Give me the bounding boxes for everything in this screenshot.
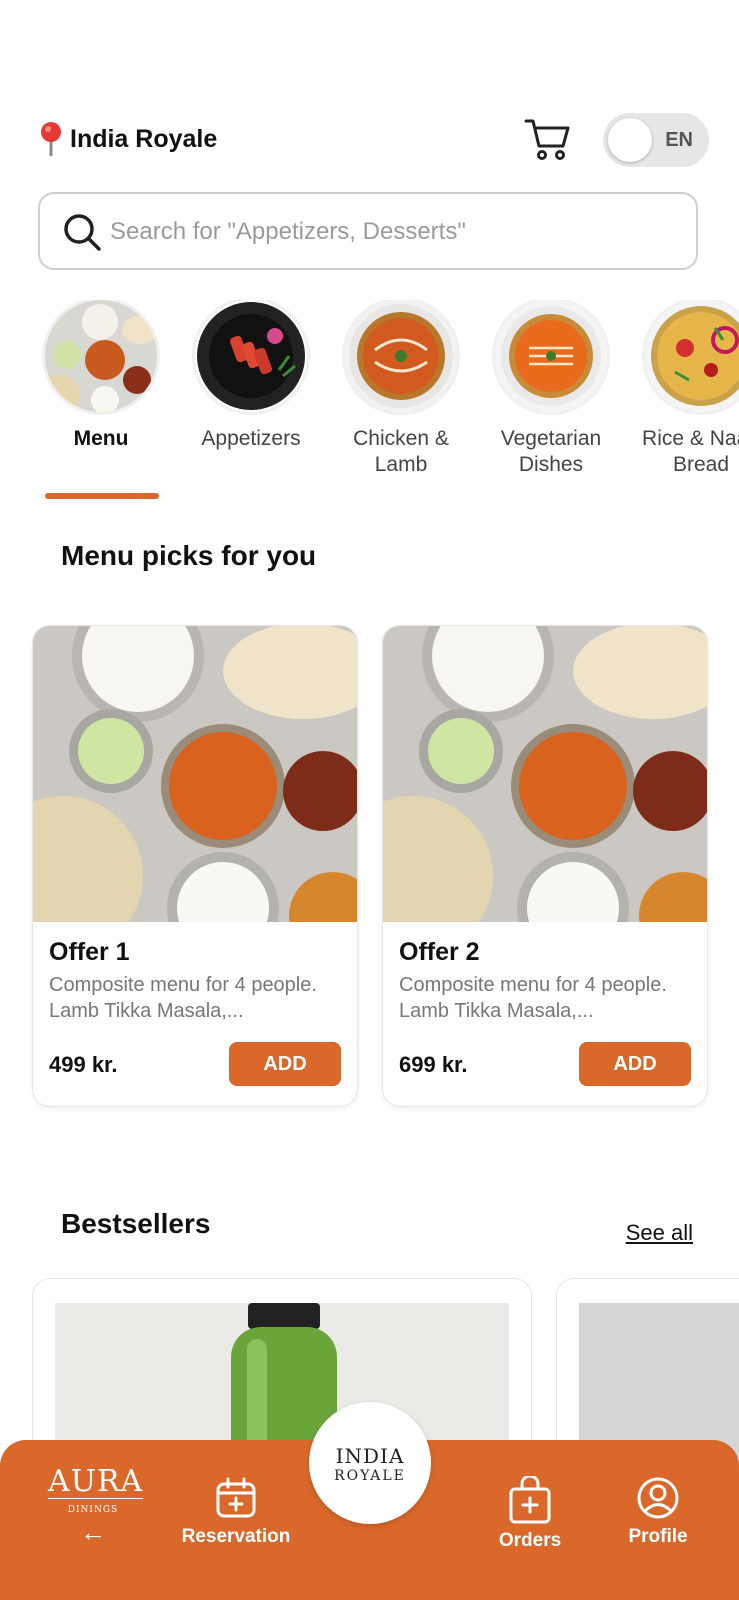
top-header: India Royale EN (36, 110, 709, 172)
category-label: Rice & Naan Bread (642, 427, 739, 476)
category-label: Appetizers (201, 427, 301, 450)
offer-description: Composite menu for 4 people. Lamb Tikka … (399, 974, 667, 1022)
nav-orders-label: Orders (498, 1530, 562, 1551)
see-all-link[interactable]: See all (626, 1220, 693, 1246)
category-image (45, 300, 157, 412)
logo-line-1: INDIA (335, 1444, 405, 1468)
profile-icon (637, 1477, 679, 1519)
nav-profile-label: Profile (628, 1526, 688, 1547)
language-toggle[interactable]: EN (603, 113, 709, 167)
category-active-indicator (45, 493, 159, 499)
category-rice-naan[interactable]: Rice & Naan Bread (626, 300, 739, 478)
category-image (645, 300, 739, 412)
offer-description: Composite menu for 4 people. Lamb Tikka … (49, 974, 317, 1022)
location-name: India Royale (70, 124, 218, 153)
picks-title: Menu picks for you (61, 540, 317, 571)
offer-image (33, 626, 357, 922)
map-pin-icon (36, 120, 66, 158)
nav-profile[interactable]: Profile (618, 1476, 698, 1548)
category-label: Menu (73, 427, 129, 450)
category-image (495, 300, 607, 412)
category-image (345, 300, 457, 412)
calendar-plus-icon (216, 1477, 256, 1518)
search-input[interactable] (108, 208, 682, 256)
language-label: EN (665, 129, 693, 151)
aura-logo-subtitle: DININGS (67, 1505, 119, 1515)
add-button[interactable]: ADD (579, 1042, 691, 1086)
offer-title: Offer 2 (399, 938, 480, 966)
category-vegetarian[interactable]: Vegetarian Dishes (476, 300, 626, 478)
offer-card[interactable]: Offer 2 Composite menu for 4 people. Lam… (382, 625, 708, 1107)
category-appetizers[interactable]: Appetizers (176, 300, 326, 452)
offer-card[interactable]: Offer 1 Composite menu for 4 people. Lam… (32, 625, 358, 1107)
category-label: Vegetarian Dishes (500, 427, 602, 476)
location-selector[interactable]: India Royale (36, 120, 217, 158)
back-arrow-icon: ← (80, 1517, 106, 1547)
aura-dinings-back[interactable]: AURA DININGS ← (48, 1466, 144, 1548)
category-label: Chicken & Lamb (353, 427, 449, 476)
nav-orders[interactable]: Orders (488, 1476, 572, 1552)
cart-icon[interactable] (523, 116, 571, 162)
category-menu[interactable]: Menu (26, 300, 176, 452)
category-carousel: Menu Appetizers Chicken & Lamb Vegetaria… (0, 300, 739, 510)
logo-line-2: ROYALE (334, 1468, 406, 1484)
shopping-bag-icon (509, 1476, 551, 1524)
offer-price: 699 kr. (399, 1052, 468, 1077)
nav-reservation-label: Reservation (181, 1526, 291, 1547)
search-icon (64, 214, 101, 251)
category-chicken-lamb[interactable]: Chicken & Lamb (326, 300, 476, 478)
offer-price: 499 kr. (49, 1052, 118, 1077)
search-bar[interactable] (38, 192, 698, 270)
toggle-knob (608, 118, 652, 162)
nav-reservation[interactable]: Reservation (176, 1476, 296, 1548)
india-royale-home-button[interactable]: INDIA ROYALE (309, 1402, 431, 1524)
offer-title: Offer 1 (49, 938, 130, 966)
bestsellers-title: Bestsellers (61, 1208, 211, 1239)
offer-image (383, 626, 707, 922)
aura-logo-text: AURA (48, 1464, 144, 1499)
add-button[interactable]: ADD (229, 1042, 341, 1086)
category-image (195, 300, 307, 412)
